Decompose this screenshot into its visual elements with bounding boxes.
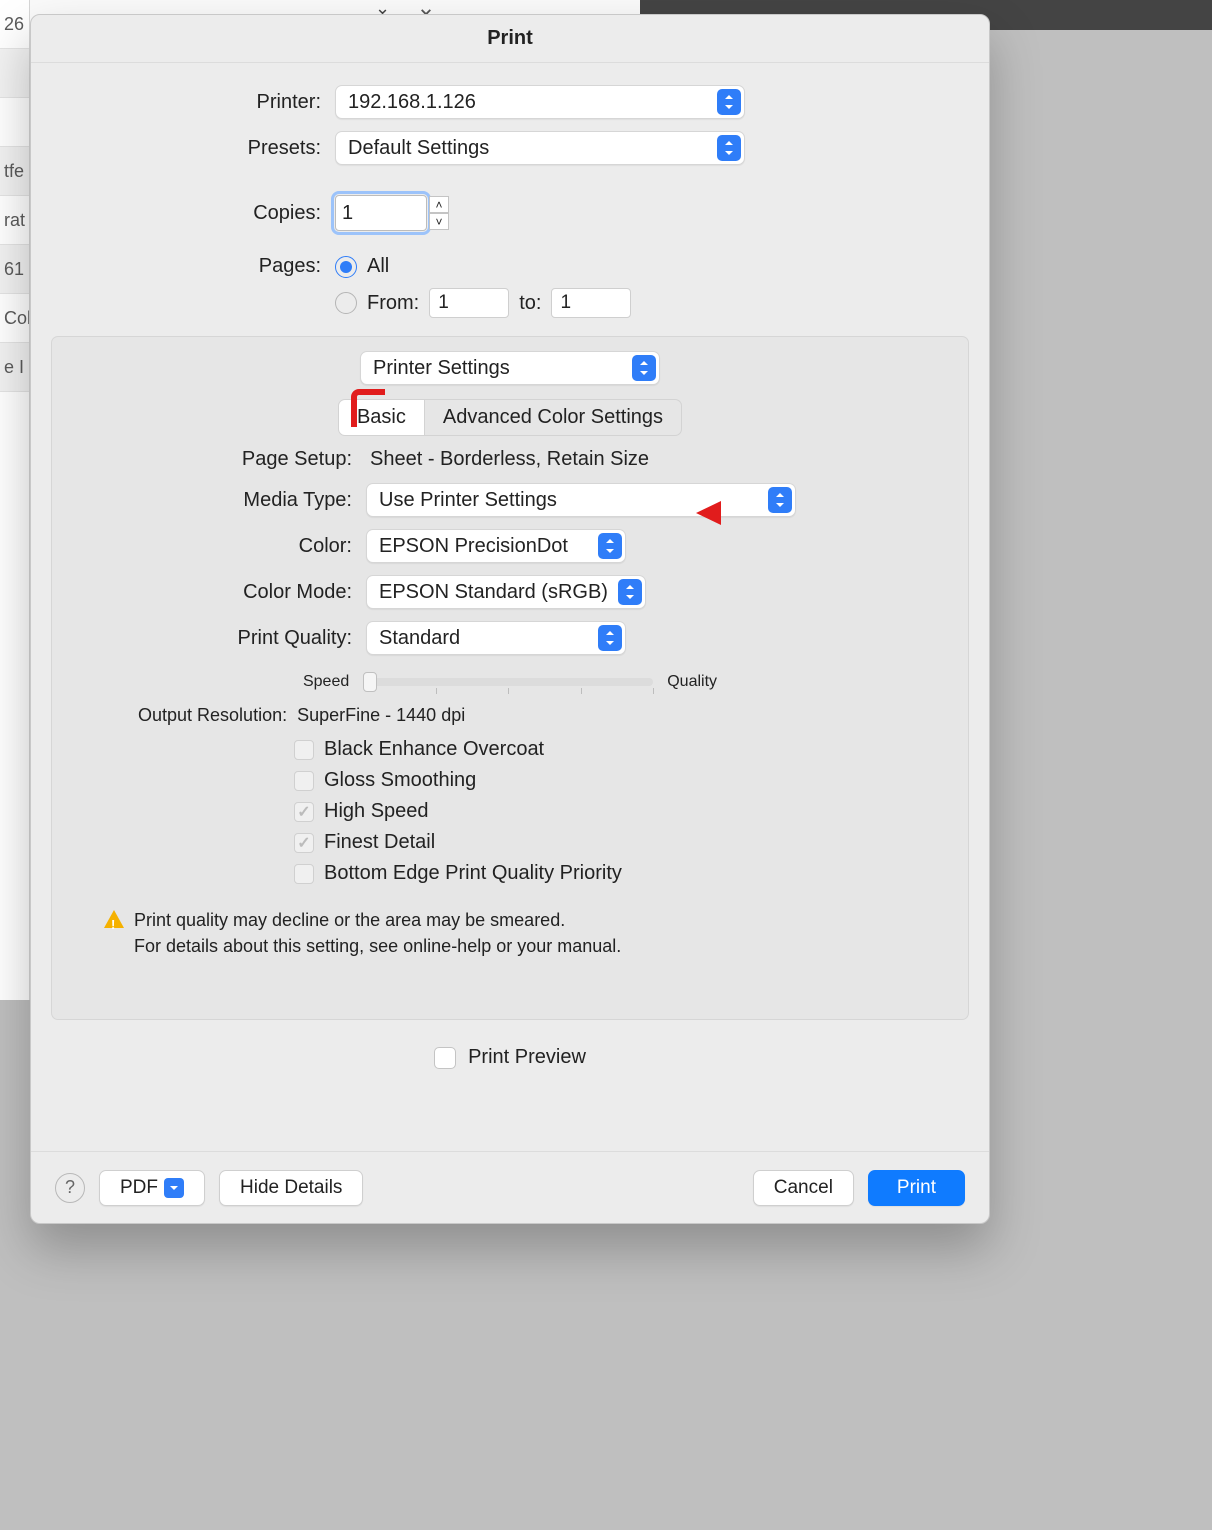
pages-range-radio[interactable] [335,292,357,314]
print-quality-value: Standard [379,627,460,650]
background-cell: rat [0,196,29,245]
quality-slider[interactable] [363,678,653,686]
media-type-value: Use Printer Settings [379,489,557,512]
pages-from-input[interactable] [429,288,509,318]
tab-basic[interactable]: Basic [338,399,425,436]
updown-icon [717,89,741,115]
pdf-label: PDF [120,1177,158,1199]
updown-icon [618,579,642,605]
chevron-down-icon [164,1178,184,1198]
printer-settings-panel: Printer Settings Basic Advanced Color Se… [51,336,969,1020]
print-dialog: Print Printer: 192.168.1.126 Presets: De… [30,14,990,1224]
output-resolution-label: Output Resolution: [138,705,287,725]
print-preview-label: Print Preview [468,1046,586,1069]
checkbox[interactable] [294,802,314,822]
background-cell: 26 [0,0,29,49]
background-cell: e I [0,343,29,392]
page-setup-value: Sheet - Borderless, Retain Size [366,448,649,471]
updown-icon [632,355,656,381]
option-row: High Speed [294,796,944,827]
checkbox-label: High Speed [324,800,429,823]
printer-value: 192.168.1.126 [348,91,476,114]
hide-details-label: Hide Details [240,1177,342,1199]
checkbox[interactable] [294,771,314,791]
updown-icon [768,487,792,513]
slider-left-label: Speed [303,673,349,691]
color-mode-label: Color Mode: [76,581,366,604]
background-cell [0,98,29,147]
presets-label: Presets: [75,137,335,160]
copies-label: Copies: [75,202,335,225]
pages-all-label: All [367,255,389,278]
printer-select[interactable]: 192.168.1.126 [335,85,745,119]
color-label: Color: [76,535,366,558]
pdf-button[interactable]: PDF [99,1170,205,1206]
checkbox[interactable] [294,833,314,853]
slider-right-label: Quality [667,673,717,691]
background-cell: Col [0,294,29,343]
background-column: 26 tferat61Cole I [0,0,30,1000]
dialog-title: Print [31,15,989,63]
pages-from-label: From: [367,292,419,315]
tabs: Basic Advanced Color Settings [76,399,944,436]
warning-line1: Print quality may decline or the area ma… [134,907,621,933]
section-select-value: Printer Settings [373,357,510,380]
section-select[interactable]: Printer Settings [360,351,660,385]
print-label: Print [897,1177,936,1199]
background-cell: 61 [0,245,29,294]
checkbox[interactable] [294,864,314,884]
color-mode-select[interactable]: EPSON Standard (sRGB) [366,575,646,609]
checkbox-label: Bottom Edge Print Quality Priority [324,862,622,885]
printer-label: Printer: [75,91,335,114]
option-row: Bottom Edge Print Quality Priority [294,858,944,889]
option-row: Black Enhance Overcoat [294,734,944,765]
option-row: Gloss Smoothing [294,765,944,796]
page-setup-label: Page Setup: [76,448,366,471]
stepper-down-icon[interactable]: ˅ [429,213,449,230]
pages-to-label: to: [519,292,541,315]
cancel-label: Cancel [774,1177,833,1199]
print-button[interactable]: Print [868,1170,965,1206]
tab-advanced-color[interactable]: Advanced Color Settings [425,399,682,436]
updown-icon [598,625,622,651]
print-quality-label: Print Quality: [76,627,366,650]
checkbox[interactable] [294,740,314,760]
option-row: Finest Detail [294,827,944,858]
checkbox-label: Finest Detail [324,831,435,854]
pages-all-radio[interactable] [335,256,357,278]
color-select[interactable]: EPSON PrecisionDot [366,529,626,563]
help-button[interactable]: ? [55,1173,85,1203]
media-type-select[interactable]: Use Printer Settings [366,483,796,517]
hide-details-button[interactable]: Hide Details [219,1170,363,1206]
output-resolution-value: SuperFine - 1440 dpi [297,705,465,725]
checkbox-label: Black Enhance Overcoat [324,738,544,761]
presets-value: Default Settings [348,137,489,160]
cancel-button[interactable]: Cancel [753,1170,854,1206]
warning-icon [104,910,124,928]
color-value: EPSON PrecisionDot [379,535,568,558]
updown-icon [717,135,741,161]
background-cell [0,49,29,98]
pages-to-input[interactable] [551,288,631,318]
background-cell: tfe [0,147,29,196]
presets-select[interactable]: Default Settings [335,131,745,165]
print-preview-checkbox[interactable] [434,1047,456,1069]
print-quality-select[interactable]: Standard [366,621,626,655]
warning-line2: For details about this setting, see onli… [134,933,621,959]
warning-text: Print quality may decline or the area ma… [134,907,621,959]
media-type-label: Media Type: [76,489,366,512]
copies-stepper[interactable]: ˄ ˅ [429,196,449,230]
quality-slider-row: Speed Quality [76,673,944,691]
dialog-footer: ? PDF Hide Details Cancel Print [31,1151,989,1223]
updown-icon [598,533,622,559]
copies-input[interactable] [335,195,427,231]
stepper-up-icon[interactable]: ˄ [429,196,449,213]
checkbox-label: Gloss Smoothing [324,769,476,792]
color-mode-value: EPSON Standard (sRGB) [379,581,608,604]
pages-label: Pages: [75,255,335,278]
slider-thumb[interactable] [363,672,377,692]
